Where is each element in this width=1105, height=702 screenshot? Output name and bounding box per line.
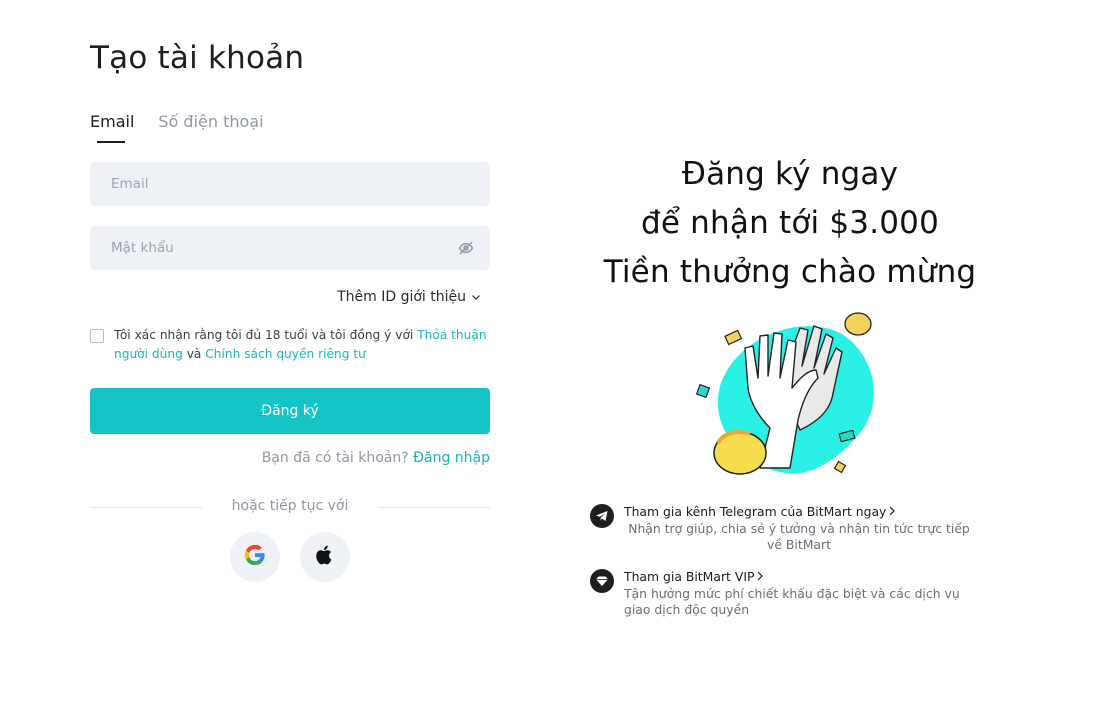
google-icon [244,544,266,570]
promo-line-2: để nhận tới $3.000 [640,205,940,241]
agree-and: và [186,347,202,361]
password-field[interactable] [90,226,490,270]
chevron-down-icon [470,291,482,303]
tab-email[interactable]: Email [90,112,134,141]
telegram-link[interactable]: Tham gia kênh Telegram của BitMart ngay [624,504,896,519]
high-five-illustration [690,308,890,488]
divider-right [378,507,490,508]
login-link[interactable]: Đăng nhập [413,450,490,466]
apple-login-button[interactable] [300,532,350,582]
agree-prefix: Tôi xác nhận rằng tôi đủ 18 tuổi và tôi … [114,328,414,342]
telegram-desc: Nhận trợ giúp, chia sẻ ý tưởng và nhận t… [628,521,970,552]
signup-method-tabs: Email Số điện thoại [90,112,264,141]
telegram-title: Tham gia kênh Telegram của BitMart ngay [624,504,887,519]
divider-text: hoặc tiếp tục với [231,498,349,514]
promo-line-1: Đăng ký ngay [681,156,899,192]
add-referral-toggle[interactable]: Thêm ID giới thiệu [337,289,482,305]
privacy-link[interactable]: Chính sách quyền riêng tư [205,347,366,361]
promo-headline: Đăng ký ngay để nhận tới $3.000 Tiền thư… [590,150,990,297]
apple-icon [314,544,336,570]
telegram-icon [590,504,614,528]
vip-desc: Tận hưởng mức phí chiết khấu đặc biệt và… [624,586,960,617]
register-button[interactable]: Đăng ký [90,388,490,434]
email-field[interactable] [90,162,490,206]
divider-left [90,507,202,508]
chevron-right-icon [888,504,896,519]
google-login-button[interactable] [230,532,280,582]
tab-phone[interactable]: Số điện thoại [158,112,263,141]
diamond-icon [590,569,614,593]
referral-label: Thêm ID giới thiệu [337,289,466,305]
promo-line-3: Tiền thưởng chào mừng [603,254,977,290]
vip-link[interactable]: Tham gia BitMart VIP [624,569,764,584]
eye-off-icon[interactable] [458,240,474,256]
agree-text: Tôi xác nhận rằng tôi đủ 18 tuổi và tôi … [114,326,489,364]
active-tab-indicator [97,141,125,143]
page-title: Tạo tài khoản [90,40,305,76]
vip-title: Tham gia BitMart VIP [624,569,755,584]
login-prompt-text: Bạn đã có tài khoản? [261,450,409,466]
login-prompt: Bạn đã có tài khoản? Đăng nhập [262,450,490,466]
chevron-right-icon [756,569,764,584]
age-terms-checkbox[interactable] [90,329,104,343]
